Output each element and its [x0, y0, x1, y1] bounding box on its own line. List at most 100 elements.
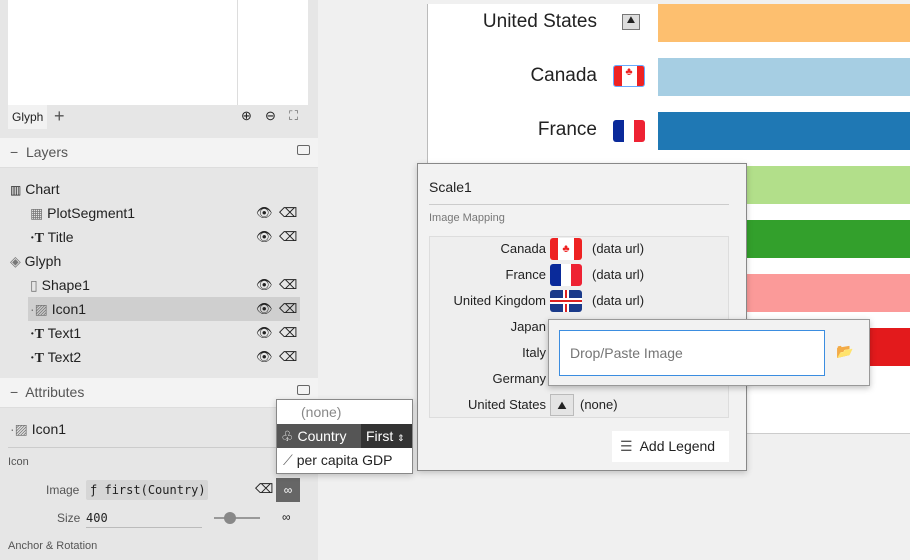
option-country[interactable]: ♧ Country First ⇕ — [277, 424, 412, 448]
uk-flag-icon[interactable] — [550, 290, 582, 312]
layer-plotsegment1[interactable]: ▦ PlotSegment1 👁 ⌫ — [30, 201, 300, 225]
grid-icon: ▦ — [30, 205, 44, 221]
eraser-icon[interactable]: ⌫ — [279, 321, 297, 345]
layer-chart[interactable]: ▥ Chart — [10, 177, 300, 201]
layer-label: Icon1 — [51, 301, 87, 317]
slider-thumb[interactable] — [224, 512, 236, 524]
eye-icon[interactable]: 👁 — [256, 201, 273, 225]
image-expression[interactable]: ƒ first(Country) — [86, 480, 208, 500]
option-country-label: Country — [297, 428, 347, 444]
eraser-icon[interactable]: ⌫ — [279, 345, 297, 369]
image-drop-input[interactable] — [559, 330, 825, 376]
country-label: Canada — [530, 65, 597, 86]
updown-icon: ⇕ — [397, 433, 405, 443]
data-binding-dropdown: (none) ♧ Country First ⇕ ⟋ per capita GDP — [276, 399, 413, 474]
folder-open-icon[interactable]: 📂 — [836, 343, 853, 360]
layers-header[interactable]: − Layers — [0, 138, 318, 168]
eraser-icon[interactable]: ⌫ — [279, 297, 297, 321]
attr-object-name: Icon1 — [31, 421, 67, 437]
layer-label: Text1 — [47, 325, 82, 341]
layer-label: Glyph — [24, 253, 62, 269]
layer-text1[interactable]: ·T Text1 👁 ⌫ — [30, 321, 300, 345]
mapping-key: Japan — [510, 319, 546, 334]
numeric-icon: ⟋ — [283, 452, 293, 468]
bar[interactable] — [658, 112, 910, 150]
layer-label: Chart — [25, 181, 60, 197]
mapping-key: Germany — [492, 371, 546, 386]
eraser-icon[interactable]: ⌫ — [279, 225, 297, 249]
attr-object: ·▨ Icon1 — [10, 417, 66, 441]
image-placeholder-icon[interactable]: ⛰ — [550, 394, 574, 416]
eye-icon[interactable]: 👁 — [256, 345, 273, 369]
scale-editor-popup: Scale1 Image Mapping Canada ♣ (data url) F… — [417, 163, 747, 471]
text-icon: ·T — [30, 231, 45, 246]
rect-icon: ▯ — [30, 277, 38, 293]
add-legend-button[interactable]: ☰ Add Legend — [612, 431, 729, 462]
bar[interactable] — [658, 58, 910, 96]
collapse-icon[interactable]: − — [10, 384, 18, 400]
link-icon: ∞ — [283, 483, 293, 497]
france-flag-icon — [613, 120, 645, 142]
country-label: France — [537, 119, 597, 140]
add-glyph-icon[interactable]: + — [54, 106, 65, 127]
eye-icon[interactable]: 👁 — [256, 273, 273, 297]
attributes-title: Attributes — [25, 384, 85, 400]
attributes-header[interactable]: − Attributes — [0, 378, 318, 408]
tab-glyph[interactable]: Glyph — [8, 105, 48, 129]
france-flag-icon[interactable] — [550, 264, 582, 286]
eye-icon[interactable]: 👁 — [256, 321, 273, 345]
eraser-icon[interactable]: ⌫ — [279, 201, 297, 225]
layer-label: Shape1 — [41, 277, 90, 293]
scale-title: Scale1 — [429, 179, 472, 195]
size-slider[interactable] — [214, 512, 260, 524]
popout-icon[interactable] — [297, 145, 310, 155]
eraser-icon[interactable]: ⌫ — [279, 273, 297, 297]
mapping-value: (none) — [580, 397, 618, 412]
option-none[interactable]: (none) — [277, 400, 412, 424]
eye-icon[interactable]: 👁 — [256, 297, 273, 321]
legend-icon: ☰ — [620, 438, 633, 454]
canada-flag-icon[interactable]: ♣ — [613, 65, 645, 87]
divider — [8, 447, 308, 448]
image-expression-value: first(Country) — [104, 483, 206, 497]
glyph-preview[interactable] — [8, 0, 308, 105]
text-icon: ·T — [30, 351, 45, 366]
layer-text2[interactable]: ·T Text2 👁 ⌫ — [30, 345, 300, 369]
fit-icon[interactable]: ⛶ — [289, 108, 298, 124]
image-label: Image — [46, 483, 80, 497]
mapping-key: United States — [467, 397, 546, 412]
layer-label: PlotSegment1 — [47, 205, 136, 221]
mapping-key: France — [505, 267, 546, 282]
country-label: United States — [482, 11, 597, 32]
fx-icon: ƒ — [90, 483, 98, 497]
anchor-rotation-label: Anchor & Rotation — [8, 540, 98, 552]
popout-icon[interactable] — [297, 385, 310, 395]
zoom-out-icon[interactable]: ⊖ — [265, 108, 276, 124]
mapping-row: Canada ♣ (data url) — [430, 238, 730, 264]
bind-data-button[interactable]: ∞ — [276, 478, 300, 502]
layer-glyph[interactable]: ◈ Glyph — [10, 249, 300, 273]
link-icon[interactable]: ∞ — [282, 510, 291, 524]
image-mapping-label: Image Mapping — [429, 212, 505, 224]
chart-icon: ▥ — [10, 183, 22, 197]
layer-icon1[interactable]: ·▨ Icon1 👁 ⌫ — [28, 297, 300, 321]
size-label: Size — [57, 511, 81, 525]
eye-icon[interactable]: 👁 — [256, 225, 273, 249]
size-input[interactable]: 400 — [86, 508, 202, 528]
zoom-in-icon[interactable]: ⊕ — [241, 108, 252, 124]
image-input-popup: 📂 — [548, 319, 870, 386]
image-placeholder-icon: ⛰ — [622, 14, 640, 30]
bar[interactable] — [658, 4, 910, 42]
layer-shape1[interactable]: ▯ Shape1 👁 ⌫ — [30, 273, 300, 297]
mapping-value: (data url) — [592, 293, 645, 308]
image-icon: ·▨ — [30, 301, 48, 317]
collapse-icon[interactable]: − — [10, 144, 18, 160]
add-legend-label: Add Legend — [639, 438, 716, 454]
canada-flag-icon[interactable]: ♣ — [550, 238, 582, 260]
aggregation-select[interactable]: First ⇕ — [361, 424, 412, 448]
mapping-value: (data url) — [592, 241, 645, 256]
eraser-icon[interactable]: ⌫ — [255, 481, 273, 497]
layer-title[interactable]: ·T Title 👁 ⌫ — [30, 225, 300, 249]
layer-label: Title — [47, 229, 74, 245]
option-gdp[interactable]: ⟋ per capita GDP — [277, 448, 412, 472]
